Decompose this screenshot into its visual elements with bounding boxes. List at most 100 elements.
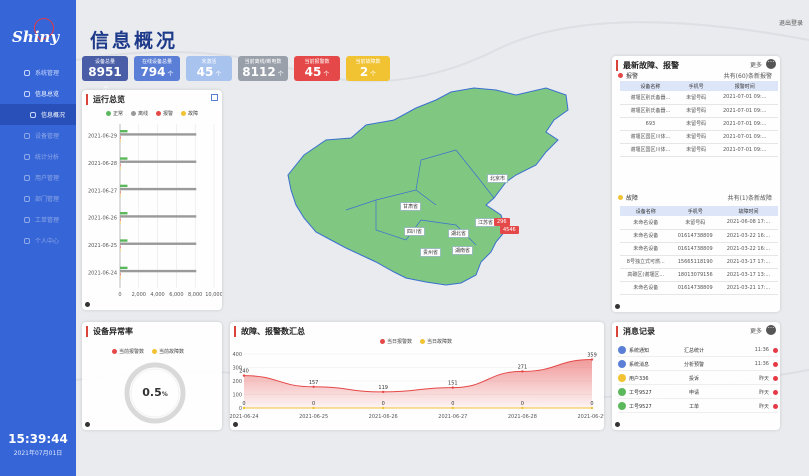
alarm-point (451, 386, 454, 389)
list-item[interactable]: 系统消息 分析预警 11:36 (618, 358, 778, 371)
table-row[interactable]: 谢堰区别氏备器... 未留号码 2021-07-01 09:... (620, 104, 778, 118)
latest-title: 最新故障、报警 (616, 60, 679, 71)
province-label-gansu[interactable]: 甘肃省 (400, 202, 422, 211)
sidebar-item-overview[interactable]: 信息总览 (0, 83, 76, 104)
alarm-point (382, 390, 385, 394)
alarm-point (590, 358, 594, 361)
table-row[interactable]: 谢堰区别氏备器... 未留号码 2021-07-01 09:... (620, 91, 778, 105)
sidebar-item-profile[interactable]: 个人中心 (0, 230, 76, 251)
fault-data-label: 0 (242, 401, 245, 407)
bar-报警 (120, 273, 121, 276)
table-row[interactable]: 未命名设备 01614738809 2021-03-22 16:... (620, 229, 778, 243)
fault-data-label: 0 (521, 401, 524, 407)
table-row[interactable]: 未命名设备 01614738809 2021-03-21 17:... (620, 281, 778, 295)
unread-dot (773, 347, 778, 353)
bar-离线 (120, 187, 197, 191)
alarm-section-label: 报警 (618, 71, 638, 80)
edit-icon (618, 388, 626, 396)
sidebar-menu: 系统管理 信息总览 信息概况 设备管理 统计分析 用户管理 部门管理 工单管理 … (0, 62, 76, 251)
province-label-sichuan[interactable]: 四川省 (404, 227, 426, 236)
latest-more-link[interactable]: 更多 (750, 60, 762, 69)
sidebar-item-departments[interactable]: 部门管理 (0, 188, 76, 209)
abnormal-panel: 设备异常率 当前报警数 当前故障数 0.5% (82, 322, 222, 430)
legend-current-fault[interactable]: 当前故障数 (152, 348, 184, 355)
table-row[interactable]: 谢堰区国区川体... 未留号码 2021-07-01 09:... (620, 130, 778, 144)
unread-dot (773, 403, 778, 409)
province-label-beijing[interactable]: 北京市 (487, 174, 509, 183)
summary-area-chart: 01002003004002401571191512713590 0 0 0 0 0202… (230, 352, 604, 420)
bar-离线 (120, 215, 197, 218)
province-label-guizhou[interactable]: 贵州省 (420, 248, 442, 257)
list-item[interactable]: 系统通知 汇总统计 11:36 (618, 344, 778, 357)
bar-报警 (120, 218, 121, 221)
sidebar-item-info[interactable]: 信息概况 (0, 104, 76, 125)
y-tick-label: 2021-06-25 (88, 243, 117, 249)
stats-icon (24, 153, 30, 160)
fault-data-label: 0 (451, 401, 454, 407)
stat-card-online[interactable]: 在线设备总量 794 个 (134, 56, 180, 81)
logout-link[interactable]: 退出登录 (779, 18, 803, 27)
province-label-hubei[interactable]: 湖北省 (448, 229, 470, 238)
bar-故障 (120, 139, 121, 143)
map-badge-alarm[interactable]: 296 (494, 218, 510, 226)
stat-card-inactive[interactable]: 未激活 45 个 (186, 56, 232, 81)
legend-current-alarm[interactable]: 当前报警数 (112, 348, 144, 355)
alarm-point (521, 370, 524, 373)
department-icon (24, 195, 30, 202)
table-row[interactable]: 8号独立式可燃... 15665118190 2021-03-17 17:... (620, 255, 778, 269)
alarm-data-label: 271 (518, 364, 528, 370)
y-tick-label: 2021-06-27 (88, 188, 117, 194)
fault-data-label: 0 (382, 401, 385, 407)
fault-point (312, 406, 315, 410)
overview-bar-chart: 0 2,000 4,000 6,000 8,000 10,000 2021-06-29 202… (88, 124, 222, 298)
table-row[interactable]: 谢堰区国区川体... 未留号码 2021-07-01 09:... (620, 143, 778, 157)
legend-offline[interactable]: 离线 (131, 110, 148, 117)
more-icon[interactable]: ··· (766, 325, 776, 335)
sidebar-item-devices[interactable]: 设备管理 (0, 125, 76, 146)
x-tick-label: 2,000 (132, 292, 146, 298)
sidebar-item-workorders[interactable]: 工单管理 (0, 209, 76, 230)
x-tick-label: 2021-06-26 (369, 414, 398, 420)
table-row[interactable]: 693 未留号码 2021-07-01 09:... (620, 117, 778, 131)
map-badge-count[interactable]: 4546 (500, 226, 519, 234)
table-row[interactable]: 高碳区(谢堰区... 18013079156 2021-03-17 13:... (620, 268, 778, 282)
abnormal-legend: 当前报警数 当前故障数 (112, 348, 184, 355)
more-icon[interactable]: ··· (766, 59, 776, 69)
sidebar-item-stats[interactable]: 统计分析 (0, 146, 76, 167)
stat-card-total[interactable]: 设备总量8951个 (82, 56, 128, 93)
legend-normal[interactable]: 正常 (106, 110, 123, 117)
province-label-hunan[interactable]: 湖南省 (452, 246, 474, 255)
x-tick-label: 2021-06-28 (508, 414, 537, 420)
legend-daily-fault[interactable]: 当日故障数 (420, 338, 452, 345)
province-label-jiangsu[interactable]: 江苏省 (475, 218, 497, 227)
stat-card-fault[interactable]: 当前故障数 2 个 (346, 56, 390, 81)
stat-card-alarm[interactable]: 当前报警数 45 个 (294, 56, 340, 81)
fault-table: 设备名称 手机号 故障时间 未命名设备 未留号码 2021-06-08 17:...… (620, 206, 778, 295)
legend-fault[interactable]: 故障 (181, 110, 198, 117)
y-tick-label: 100 (232, 393, 242, 399)
list-item[interactable]: 工号9527 申请 昨天 (618, 386, 778, 399)
table-row[interactable]: 未命名设备 01614738809 2021-03-22 16:... (620, 242, 778, 256)
messages-more-link[interactable]: 更多 (750, 326, 762, 335)
logo[interactable]: Shiny (12, 28, 59, 46)
date: 2021年07月01日 (13, 450, 63, 457)
sidebar-item-system[interactable]: 系统管理 (0, 62, 76, 83)
legend-daily-alarm[interactable]: 当日报警数 (380, 338, 412, 345)
list-item[interactable]: 用户336 投诉 昨天 (618, 372, 778, 385)
x-tick-label: 2021-06-24 (230, 414, 259, 420)
bar-报警 (120, 245, 121, 249)
table-row[interactable]: 未命名设备 未留号码 2021-06-08 17:... (620, 216, 778, 230)
calendar-icon[interactable] (211, 94, 218, 101)
sidebar-item-users[interactable]: 用户管理 (0, 167, 76, 188)
alarm-point (242, 374, 246, 377)
bar-正常 (120, 239, 128, 242)
legend-alarm[interactable]: 报警 (156, 110, 173, 117)
list-item[interactable]: 工号9527 工单 昨天 (618, 400, 778, 413)
stat-card-offline[interactable]: 当前离线/断电数 8112 个 (238, 56, 288, 81)
alarm-data-label: 240 (239, 369, 249, 375)
system-icon (24, 69, 30, 76)
bar-报警 (120, 191, 121, 194)
alarm-point (312, 385, 315, 389)
summary-title: 故障、报警数汇总 (234, 326, 305, 337)
bar-故障 (120, 248, 121, 252)
